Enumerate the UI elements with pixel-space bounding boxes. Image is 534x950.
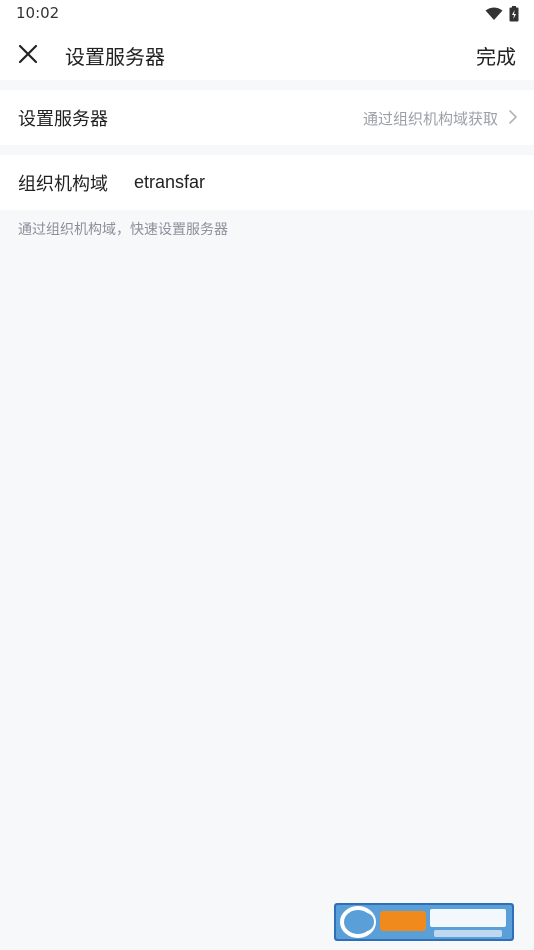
status-icons [485,6,519,22]
close-icon [18,44,38,64]
server-setting-row[interactable]: 设置服务器 通过组织机构域获取 [0,90,534,145]
server-setting-label: 设置服务器 [18,109,108,130]
server-setting-value: 通过组织机构域获取 [362,110,498,128]
chevron-right-icon [509,110,517,124]
hint-text: 通过组织机构域，快速设置服务器 [18,222,228,238]
status-time: 10:02 [16,4,60,22]
app-bar: 设置服务器 完成 [0,28,534,80]
domain-row: 组织机构域 [0,155,534,210]
close-button[interactable] [12,38,44,70]
battery-icon [509,6,519,22]
domain-input[interactable] [134,169,504,195]
status-bar: 10:02 [0,0,534,28]
page-title: 设置服务器 [65,45,165,69]
domain-label: 组织机构域 [18,174,108,195]
done-button[interactable]: 完成 [476,41,516,70]
wifi-icon [485,7,503,20]
watermark-logo [334,903,514,941]
